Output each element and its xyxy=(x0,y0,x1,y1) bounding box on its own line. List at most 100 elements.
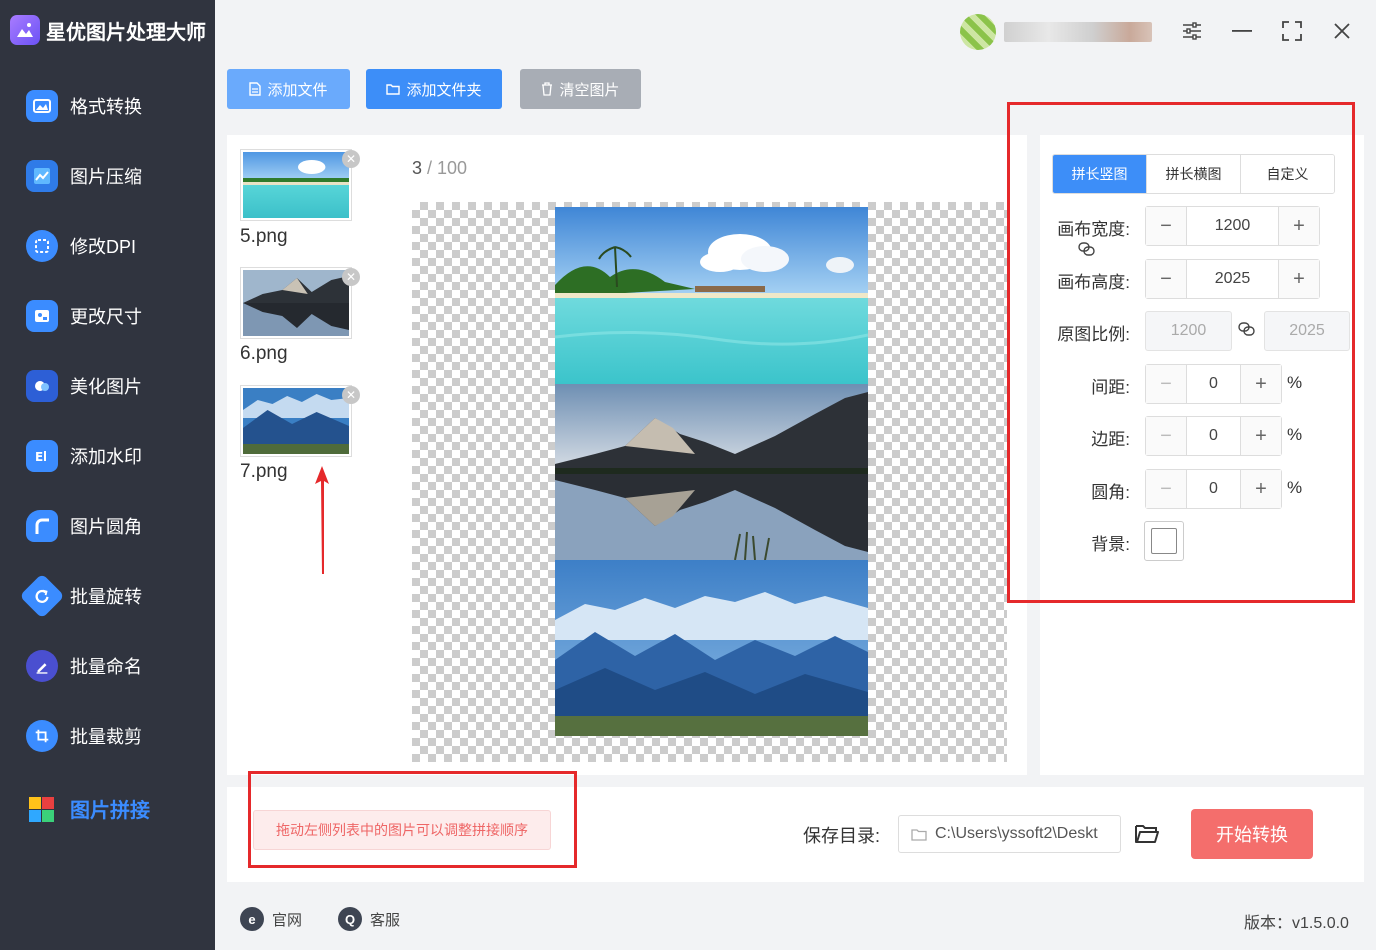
canvas-height-label: 画布高度: xyxy=(1057,273,1130,292)
ratio-height-field: 2025 xyxy=(1264,311,1350,351)
increment-button[interactable]: + xyxy=(1241,417,1281,455)
margin-value[interactable]: 0 xyxy=(1186,417,1241,455)
reorder-hint: 拖动左侧列表中的图片可以调整拼接顺序 xyxy=(253,810,551,850)
file-thumbnail[interactable] xyxy=(240,149,352,221)
rotate-icon xyxy=(19,573,65,619)
clear-images-button[interactable]: 清空图片 xyxy=(520,69,641,109)
resize-icon xyxy=(26,300,58,332)
minimize-icon[interactable] xyxy=(1227,16,1257,46)
preview-image-mountain-lake xyxy=(555,384,868,560)
canvas-width-label: 画布宽度: xyxy=(1057,220,1130,239)
tab-horizontal[interactable]: 拼长横图 xyxy=(1146,155,1240,193)
canvas-width-value[interactable]: 1200 xyxy=(1186,207,1279,245)
file-thumbnail[interactable] xyxy=(240,267,352,339)
increment-button[interactable]: + xyxy=(1279,207,1319,245)
ie-browser-icon: e xyxy=(240,907,264,931)
increment-button[interactable]: + xyxy=(1279,260,1319,298)
current-page: 3 xyxy=(412,158,423,178)
image-compress-icon xyxy=(26,160,58,192)
sidebar-item-label: 更改尺寸 xyxy=(70,307,142,327)
file-thumbnail[interactable] xyxy=(240,385,352,457)
color-swatch xyxy=(1151,528,1177,554)
decrement-button[interactable]: − xyxy=(1146,365,1186,403)
link-icon xyxy=(1238,321,1256,342)
beautify-icon xyxy=(26,370,58,402)
sidebar-item-round-corner[interactable]: 图片圆角 xyxy=(0,498,215,554)
maximize-icon[interactable] xyxy=(1277,16,1307,46)
add-folder-button[interactable]: 添加文件夹 xyxy=(366,69,502,109)
gap-stepper: − 0 + xyxy=(1145,364,1282,404)
sidebar-item-dpi[interactable]: 修改DPI xyxy=(0,218,215,274)
save-dir-input[interactable]: C:\Users\yssoft2\Deskt xyxy=(898,815,1121,853)
gap-label: 间距: xyxy=(1091,378,1130,397)
sidebar-item-label: 格式转换 xyxy=(70,97,142,117)
crop-icon xyxy=(26,720,58,752)
file-name: 5.png xyxy=(240,226,288,247)
sidebar-item-rotate[interactable]: 批量旋转 xyxy=(0,568,215,624)
support-label: 客服 xyxy=(370,911,401,929)
support-link[interactable]: Q 客服 xyxy=(338,907,400,931)
remove-file-icon[interactable]: ✕ xyxy=(342,386,360,404)
folder-icon xyxy=(386,84,401,95)
decrement-button[interactable]: − xyxy=(1146,207,1186,245)
margin-label: 边距: xyxy=(1091,430,1130,449)
thumbnail-beach xyxy=(243,152,349,218)
file-name: 7.png xyxy=(240,461,288,482)
sidebar-item-watermark[interactable]: E 添加水印 xyxy=(0,428,215,484)
remove-file-icon[interactable]: ✕ xyxy=(342,268,360,286)
margin-unit: % xyxy=(1287,425,1303,444)
decrement-button[interactable]: − xyxy=(1146,470,1186,508)
app-header: 星优图片处理大师 xyxy=(10,12,206,48)
increment-button[interactable]: + xyxy=(1241,365,1281,403)
start-convert-button[interactable]: 开始转换 xyxy=(1191,809,1313,859)
sidebar-item-compress[interactable]: 图片压缩 xyxy=(0,148,215,204)
tab-vertical[interactable]: 拼长竖图 xyxy=(1053,155,1146,193)
file-name: 6.png xyxy=(240,343,288,364)
canvas-width-stepper: − 1200 + xyxy=(1145,206,1320,246)
round-corner-icon xyxy=(26,510,58,542)
trash-icon xyxy=(542,82,553,96)
stitch-mode-tabs: 拼长竖图 拼长横图 自定义 xyxy=(1052,154,1335,194)
file-icon xyxy=(249,82,262,96)
sidebar: 星优图片处理大师 格式转换 图片压缩 修改DPI 更改尺寸 美化图片 E 添加水… xyxy=(0,0,215,950)
username-blurred xyxy=(1004,22,1152,42)
add-file-button[interactable]: 添加文件 xyxy=(227,69,350,109)
sidebar-item-label: 图片拼接 xyxy=(70,799,150,822)
app-logo-icon xyxy=(10,15,40,45)
sidebar-item-label: 批量命名 xyxy=(70,657,142,677)
browse-folder-icon[interactable] xyxy=(1132,819,1162,849)
link-icon[interactable] xyxy=(1078,241,1096,262)
rename-icon xyxy=(26,650,58,682)
folder-icon xyxy=(911,828,927,841)
tab-custom[interactable]: 自定义 xyxy=(1240,155,1334,193)
puzzle-icon xyxy=(26,792,58,824)
radius-unit: % xyxy=(1287,478,1303,497)
background-color-picker[interactable] xyxy=(1144,521,1184,561)
radius-value[interactable]: 0 xyxy=(1186,470,1241,508)
close-icon[interactable] xyxy=(1327,16,1357,46)
increment-button[interactable]: + xyxy=(1241,470,1281,508)
avatar[interactable] xyxy=(960,14,996,50)
decrement-button[interactable]: − xyxy=(1146,417,1186,455)
settings-sliders-icon[interactable] xyxy=(1177,16,1207,46)
sidebar-item-label: 添加水印 xyxy=(70,447,142,467)
radius-stepper: − 0 + xyxy=(1145,469,1282,509)
remove-file-icon[interactable]: ✕ xyxy=(342,150,360,168)
sidebar-item-label: 美化图片 xyxy=(70,377,142,397)
drag-hint-arrow xyxy=(315,466,329,574)
chat-support-icon: Q xyxy=(338,907,362,931)
sidebar-item-format-convert[interactable]: 格式转换 xyxy=(0,78,215,134)
image-convert-icon xyxy=(26,90,58,122)
sidebar-item-label: 批量裁剪 xyxy=(70,727,142,747)
sidebar-item-resize[interactable]: 更改尺寸 xyxy=(0,288,215,344)
sidebar-item-beautify[interactable]: 美化图片 xyxy=(0,358,215,414)
clear-images-label: 清空图片 xyxy=(559,81,620,99)
sidebar-item-rename[interactable]: 批量命名 xyxy=(0,638,215,694)
canvas-height-value[interactable]: 2025 xyxy=(1186,260,1279,298)
decrement-button[interactable]: − xyxy=(1146,260,1186,298)
sidebar-item-crop[interactable]: 批量裁剪 xyxy=(0,708,215,764)
website-link[interactable]: e 官网 xyxy=(240,907,302,931)
sidebar-item-stitch[interactable]: 图片拼接 xyxy=(0,780,215,836)
gap-value[interactable]: 0 xyxy=(1186,365,1241,403)
sidebar-item-label: 图片圆角 xyxy=(70,517,142,537)
